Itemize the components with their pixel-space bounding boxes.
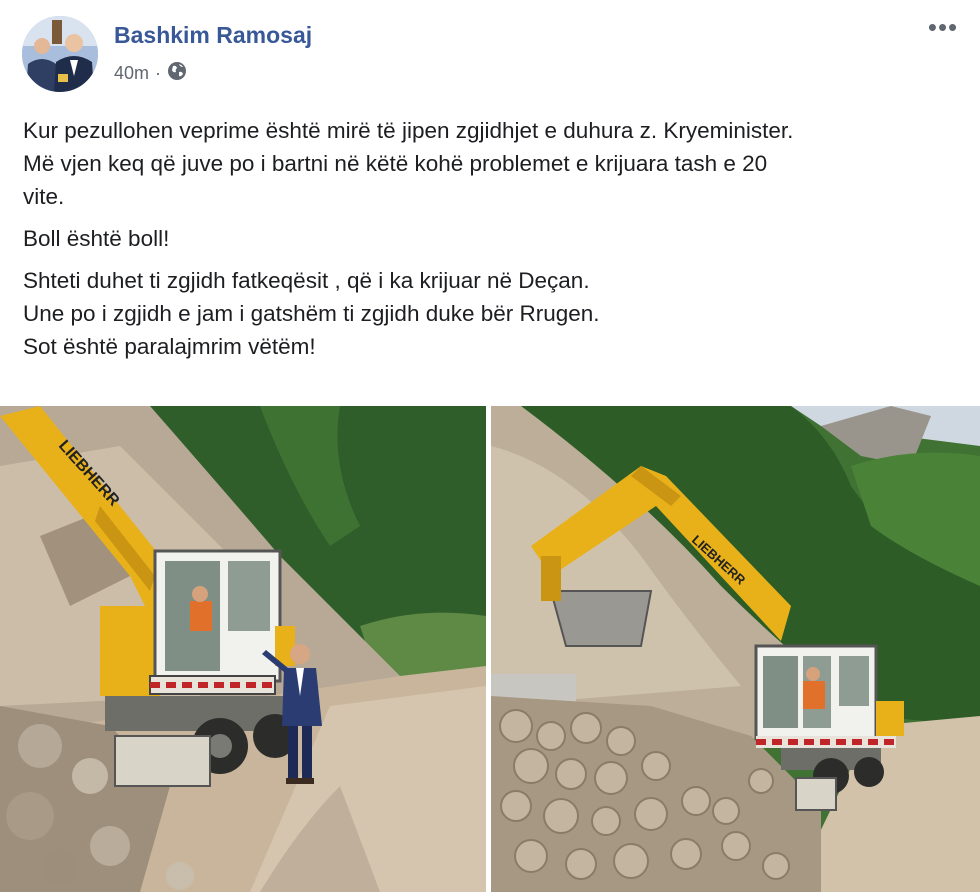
text-line: Kur pezullohen veprime është mirë të jip… xyxy=(23,118,794,143)
text-line: vite. xyxy=(23,184,65,209)
author-name[interactable]: Bashkim Ramosaj xyxy=(114,22,312,49)
paragraph-2: Boll është boll! xyxy=(23,222,953,255)
post-time[interactable]: 40m xyxy=(114,63,149,84)
text-line: Më vjen keq që juve po i bartni në këtë … xyxy=(23,151,768,176)
text-line: Boll është boll! xyxy=(23,226,170,251)
text-line: Shteti duhet ti zgjidh fatkeqësit , që i… xyxy=(23,268,590,293)
paragraph-3: Shteti duhet ti zgjidh fatkeqësit , që i… xyxy=(23,264,953,363)
avatar[interactable] xyxy=(22,16,98,92)
globe-icon[interactable] xyxy=(167,61,187,86)
post-text: Kur pezullohen veprime është mirë të jip… xyxy=(23,114,953,372)
text-line: Une po i zgjidh e jam i gatshëm ti zgjid… xyxy=(23,301,600,326)
post-meta: 40m · xyxy=(114,61,187,86)
photo-excavator-on-rubble[interactable]: LIEBHERR xyxy=(491,406,980,892)
more-options-button[interactable]: ••• xyxy=(926,14,960,44)
ellipsis-icon: ••• xyxy=(927,12,959,42)
avatar-image xyxy=(22,16,98,92)
text-line: Sot është paralajmrim vëtëm! xyxy=(23,334,316,359)
paragraph-1: Kur pezullohen veprime është mirë të jip… xyxy=(23,114,953,213)
meta-separator: · xyxy=(155,63,162,83)
photo-excavator-with-man[interactable]: LIEBHERR xyxy=(0,406,486,892)
facebook-post: Bashkim Ramosaj 40m · ••• Kur pezullohen… xyxy=(0,0,980,892)
